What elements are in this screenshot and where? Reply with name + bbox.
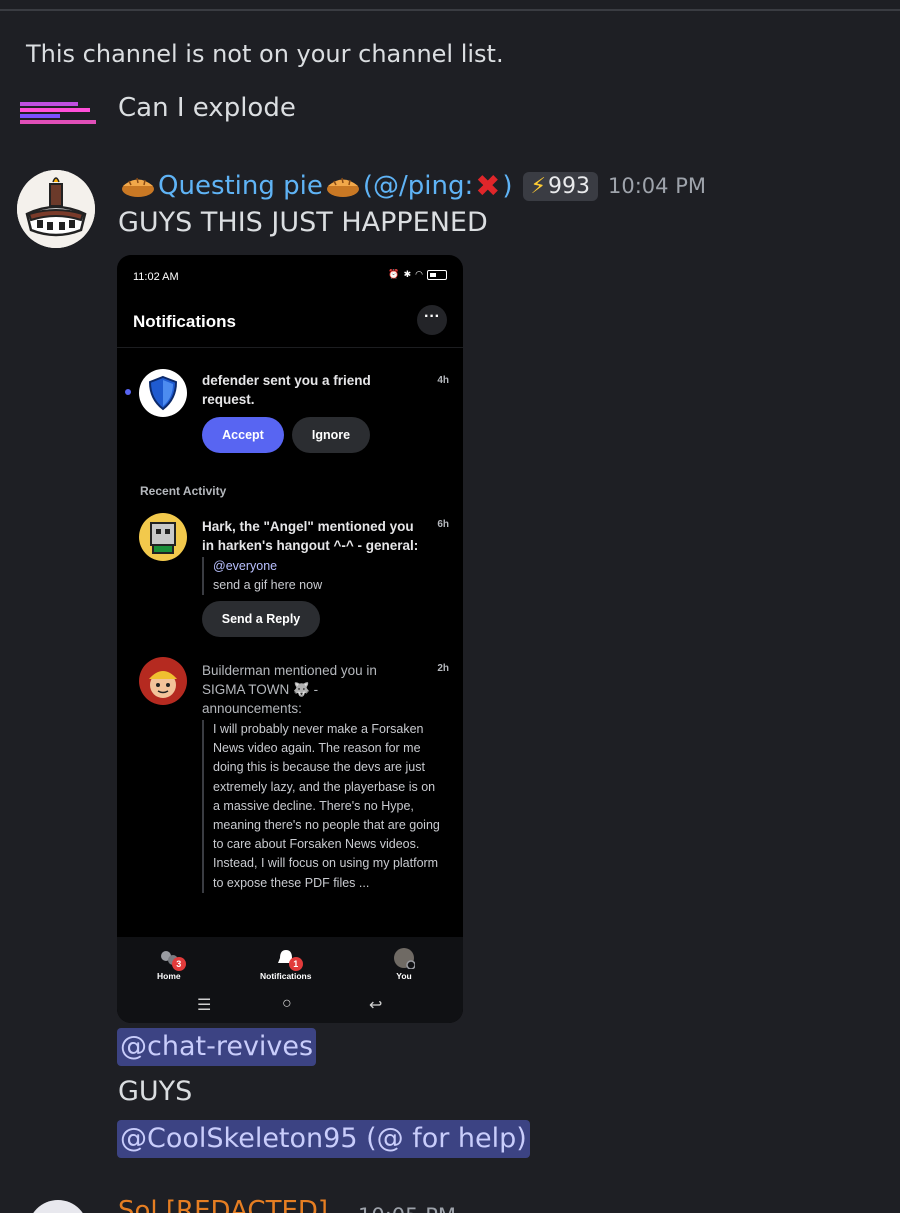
status-icons: ⏰ ✱ ◠: [388, 269, 447, 280]
message-timestamp[interactable]: 10:04 PM: [608, 174, 706, 198]
builderman-avatar: [139, 657, 187, 705]
boost-count: 993: [548, 173, 590, 199]
header-divider: [117, 347, 463, 348]
mention1-time: 6h: [437, 519, 449, 530]
message-text: GUYS THIS JUST HAPPENED: [118, 207, 488, 238]
next-author-name[interactable]: Sol [REDACTED]: [118, 1196, 328, 1213]
mention2-text: Builderman mentioned you in SIGMA TOWN 🐺…: [202, 663, 377, 716]
author-suffix-close: ): [502, 171, 513, 201]
boost-badge[interactable]: ⚡ 993: [522, 171, 598, 201]
pie-icon: [120, 173, 156, 199]
recent-activity-label: Recent Activity: [140, 484, 227, 498]
alarm-icon: ⏰: [388, 269, 400, 279]
coolskeleton-mention[interactable]: @CoolSkeleton95 (@ for help): [117, 1120, 530, 1158]
notifications-label: Notifications: [260, 971, 312, 981]
friend-request-time: 4h: [437, 375, 449, 386]
home-circle-icon: ○: [282, 995, 292, 1012]
more-options-icon: ···: [417, 305, 447, 335]
mention1-quote: @everyone send a gif here now: [202, 557, 432, 596]
profile-avatar-icon: [393, 947, 416, 970]
mention1-quote-text: send a gif here now: [213, 578, 323, 593]
lightning-icon: ⚡: [530, 173, 546, 199]
next-author-avatar[interactable]: [28, 1200, 88, 1213]
back-icon: ↩: [369, 997, 383, 1014]
follow-up-text: GUYS: [118, 1076, 193, 1107]
chat-revives-mention[interactable]: @chat-revives: [117, 1028, 317, 1066]
mention1-text: Hark, the "Angel" mentioned you in harke…: [202, 519, 419, 553]
accept-button: Accept: [202, 417, 284, 453]
home-badge: 3: [171, 957, 186, 971]
message-header: Questing pie (@/ping: ✖ ) ⚡ 993 10:04 PM: [118, 166, 706, 206]
bluetooth-icon: ✱: [403, 269, 412, 279]
bell-icon: 1: [275, 947, 303, 971]
hark-avatar: [139, 513, 187, 561]
ignore-button: Ignore: [292, 417, 370, 453]
notifications-badge: 1: [288, 957, 303, 971]
recents-icon: ☰: [197, 997, 212, 1014]
notifications-title: Notifications: [133, 312, 236, 331]
author-suffix: (@/ping:: [362, 171, 474, 201]
everyone-mention: @everyone: [213, 559, 278, 573]
nav-you: You: [393, 947, 416, 981]
top-divider: [0, 9, 900, 11]
builder-face-icon: [149, 671, 177, 698]
defender-avatar: [139, 369, 187, 417]
mention2-quote: I will probably never make a Forsaken Ne…: [202, 720, 442, 893]
mention2-time: 2h: [437, 663, 449, 674]
bottom-nav: 3 Home 1 Notifications You ☰ ○ ↩: [117, 937, 463, 1023]
author-username[interactable]: Questing pie (@/ping: ✖ ): [118, 169, 513, 204]
unread-dot: [125, 389, 131, 395]
home-icon: 3: [158, 947, 186, 971]
send-reply-button: Send a Reply: [202, 601, 320, 637]
channel-notice: This channel is not on your channel list…: [26, 40, 504, 68]
robot-icon: [150, 522, 176, 554]
wifi-icon: ◠: [415, 269, 423, 279]
skeleton-avatar-icon: [17, 170, 95, 248]
previous-author-avatar[interactable]: [20, 100, 96, 128]
status-time: 11:02 AM: [133, 271, 179, 283]
author-avatar[interactable]: [17, 170, 95, 248]
shield-icon: [148, 375, 178, 411]
cross-mark-icon: ✖: [475, 168, 501, 204]
friend-request-text: defender sent you a friend request.: [202, 373, 371, 407]
you-label: You: [396, 971, 412, 981]
author-name: Questing pie: [158, 171, 323, 201]
home-label: Home: [157, 971, 181, 981]
battery-icon: [427, 269, 447, 280]
pie-icon: [325, 173, 361, 199]
previous-message-text: Can I explode: [118, 93, 296, 122]
next-message-timestamp[interactable]: 10:05 PM: [358, 1204, 456, 1213]
nav-home: 3 Home: [157, 947, 186, 981]
nav-notifications: 1 Notifications: [260, 947, 311, 981]
attached-screenshot[interactable]: 11:02 AM ⏰ ✱ ◠ Notifications ··· defende…: [117, 255, 463, 1023]
